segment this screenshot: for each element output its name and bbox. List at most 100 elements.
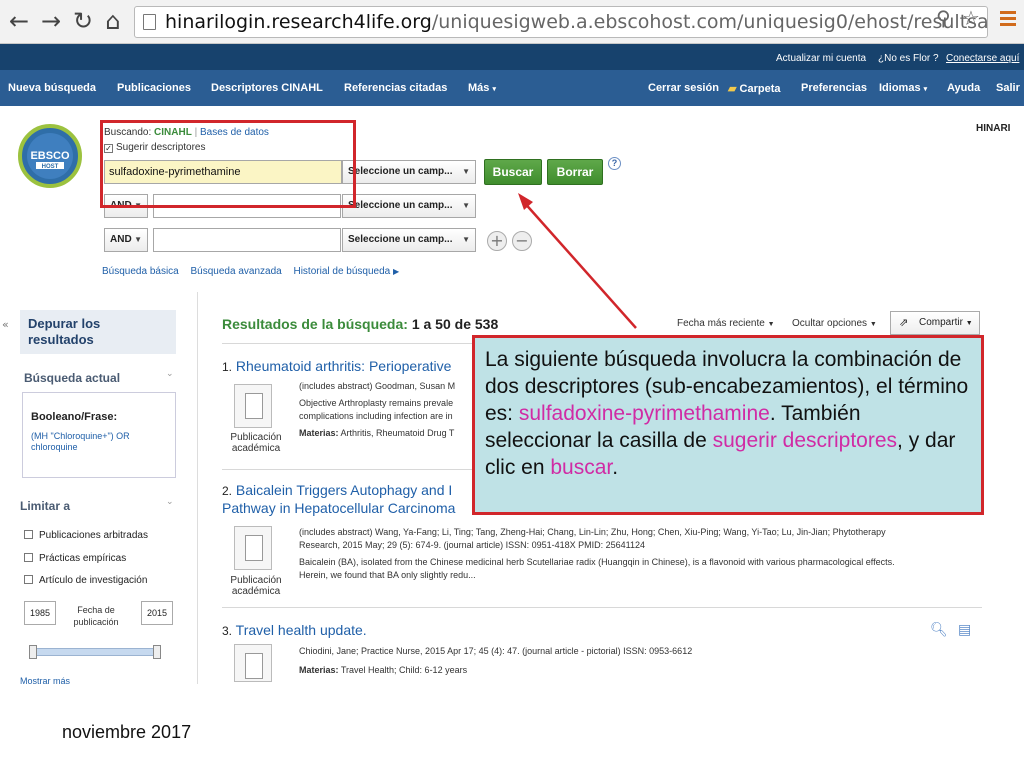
show-more-link[interactable]: Mostrar más <box>20 676 70 684</box>
add-to-folder-icon[interactable]: ▤ <box>958 622 971 638</box>
results-title-label: Resultados de la búsqueda: <box>222 316 408 332</box>
chevron-down-icon[interactable]: ⌄ <box>166 497 174 507</box>
nav-cited-references[interactable]: Referencias citadas <box>344 82 447 94</box>
nav-folder-label: Carpeta <box>739 83 781 95</box>
folder-icon: ▰ <box>728 83 737 95</box>
limit-to-title[interactable]: Limitar a <box>20 499 70 513</box>
home-icon[interactable]: ⌂ <box>100 8 126 34</box>
chevron-down-icon: ▼ <box>869 321 877 328</box>
document-icon[interactable] <box>234 384 272 428</box>
limit-checkbox[interactable] <box>24 553 33 562</box>
slider-handle-right[interactable] <box>153 645 161 659</box>
nav-preferences[interactable]: Preferencias <box>801 82 867 94</box>
meta-line: Herein, we found that BA only slightly r… <box>299 570 476 580</box>
preview-icon[interactable]: 🔍︎ <box>930 622 948 638</box>
document-icon[interactable] <box>234 644 272 682</box>
nav-languages[interactable]: Idiomas ▾ <box>879 82 927 94</box>
field-select-label: Seleccione un camp... <box>348 166 453 177</box>
subjects-value[interactable]: Travel Health; Child: 6-12 years <box>341 665 467 675</box>
document-icon[interactable] <box>234 526 272 570</box>
not-user-text: ¿No es Flor ? <box>878 53 939 64</box>
nav-more-label: Más <box>468 82 490 94</box>
result-link[interactable]: Travel health update. <box>236 622 367 638</box>
nav-sign-out[interactable]: Cerrar sesión <box>648 82 719 94</box>
share-icon: ⇗ <box>899 316 909 329</box>
slider-handle-left[interactable] <box>29 645 37 659</box>
field-select-1[interactable]: Seleccione un camp... ▼ <box>342 160 476 184</box>
chevron-down-icon: ▼ <box>462 201 470 210</box>
nav-new-search[interactable]: Nueva búsqueda <box>8 82 96 94</box>
subjects-label: Materias: <box>299 428 339 438</box>
basic-search-link[interactable]: Búsqueda básica <box>102 266 179 277</box>
clear-button[interactable]: Borrar <box>547 159 603 185</box>
update-account-link[interactable]: Actualizar mi cuenta <box>776 53 866 64</box>
chevron-right-icon: ▶ <box>393 267 400 276</box>
search-history-link[interactable]: Historial de búsqueda ▶ <box>293 266 399 277</box>
year-to-input[interactable]: 2015 <box>141 601 173 625</box>
meta-line: Research, 2015 May; 29 (5): 674-9. (jour… <box>299 540 646 550</box>
field-select-3[interactable]: Seleccione un camp... ▼ <box>342 228 476 252</box>
reload-icon[interactable]: ↻ <box>70 8 96 34</box>
limit-research-article[interactable]: Artículo de investigación <box>24 575 147 586</box>
nav-publications[interactable]: Publicaciones <box>117 82 191 94</box>
callout-suggest: sugerir descriptores <box>712 429 898 452</box>
boolean-value[interactable]: (MH "Chloroquine+") OR chloroquine <box>31 431 167 453</box>
subjects-value[interactable]: Arthritis, Rheumatoid Drug T <box>341 428 455 438</box>
year-from-input[interactable]: 1985 <box>24 601 56 625</box>
help-icon[interactable]: ? <box>608 157 621 170</box>
back-icon[interactable]: ← <box>6 8 32 34</box>
chevron-down-icon[interactable]: ⌄ <box>166 369 174 379</box>
chevron-down-icon: ▾ <box>492 86 496 93</box>
date-slider[interactable] <box>29 645 161 659</box>
publication-date-label: Fecha de publicación <box>73 605 119 627</box>
chevron-down-icon: ▾ <box>923 86 928 93</box>
nav-exit[interactable]: Salir <box>996 82 1020 94</box>
bool-select-3[interactable]: AND ▼ <box>104 228 148 252</box>
result-link[interactable]: Rheumatoid arthritis: Perioperative <box>236 358 452 374</box>
chevron-down-icon: ▼ <box>462 167 470 176</box>
ebsco-logo[interactable]: EBSCO HOST <box>14 122 86 188</box>
connect-link[interactable]: Conectarse aquí <box>946 53 1019 64</box>
search-button[interactable]: Buscar <box>484 159 542 185</box>
url-host: hinarilogin.research4life.org <box>165 11 432 33</box>
result-link[interactable]: Pathway in Hepatocellular Carcinoma <box>222 500 455 516</box>
boolean-label: Booleano/Frase: <box>31 411 118 423</box>
nav-folder[interactable]: ▰ Carpeta <box>728 82 781 95</box>
sort-select[interactable]: Fecha más reciente ▼ <box>677 318 775 329</box>
browser-toolbar: ← → ↻ ⌂ hinarilogin.research4life.org/un… <box>0 0 1024 44</box>
address-bar[interactable]: hinarilogin.research4life.org/uniquesigw… <box>134 6 988 38</box>
search-input-3[interactable] <box>153 228 341 252</box>
nav-languages-label: Idiomas <box>879 82 921 94</box>
nav-more[interactable]: Más ▾ <box>468 82 496 94</box>
advanced-search-link[interactable]: Búsqueda avanzada <box>191 266 282 277</box>
remove-row-icon[interactable]: − <box>512 231 532 251</box>
logo-sub-text: HOST <box>42 164 59 170</box>
nav-help[interactable]: Ayuda <box>947 82 980 94</box>
result-title-2b: Pathway in Hepatocellular Carcinoma <box>222 500 455 516</box>
share-button[interactable]: ⇗ Compartir ▼ <box>890 311 980 335</box>
result-meta-3: Chiodini, Jane; Practice Nurse, 2015 Apr… <box>299 645 692 677</box>
limit-peer-reviewed[interactable]: Publicaciones arbitradas <box>24 530 148 541</box>
collapse-icon[interactable]: « <box>2 318 9 331</box>
star-icon[interactable]: ☆ <box>962 6 980 30</box>
callout-text-4: . <box>612 456 619 479</box>
current-search-box: Booleano/Frase: (MH "Chloroquine+") OR c… <box>22 392 176 478</box>
forward-icon[interactable]: → <box>38 8 64 34</box>
nav-cinahl-headings[interactable]: Descriptores CINAHL <box>211 82 323 94</box>
result-meta-2: (includes abstract) Wang, Ya-Fang; Li, T… <box>299 526 895 582</box>
hide-options-select[interactable]: Ocultar opciones ▼ <box>792 318 877 329</box>
result-title-2: 2. Baicalein Triggers Autophagy and I <box>222 482 452 498</box>
current-search-title[interactable]: Búsqueda actual <box>24 371 120 385</box>
limit-evidence-based[interactable]: Prácticas empíricas <box>24 553 126 564</box>
add-row-icon[interactable]: + <box>487 231 507 251</box>
limit-label: Artículo de investigación <box>39 575 148 586</box>
result-link[interactable]: Baicalein Triggers Autophagy and I <box>236 482 452 498</box>
limit-checkbox[interactable] <box>24 530 33 539</box>
results-count: 1 a 50 de 538 <box>411 316 499 332</box>
result-meta-1: (includes abstract) Goodman, Susan M Obj… <box>299 380 455 440</box>
limit-checkbox[interactable] <box>24 575 33 584</box>
menu-icon[interactable] <box>1000 11 1016 29</box>
search-icon[interactable]: ⚲ <box>936 6 951 30</box>
field-select-2[interactable]: Seleccione un camp... ▼ <box>342 194 476 218</box>
hide-options-label: Ocultar opciones <box>792 318 868 329</box>
